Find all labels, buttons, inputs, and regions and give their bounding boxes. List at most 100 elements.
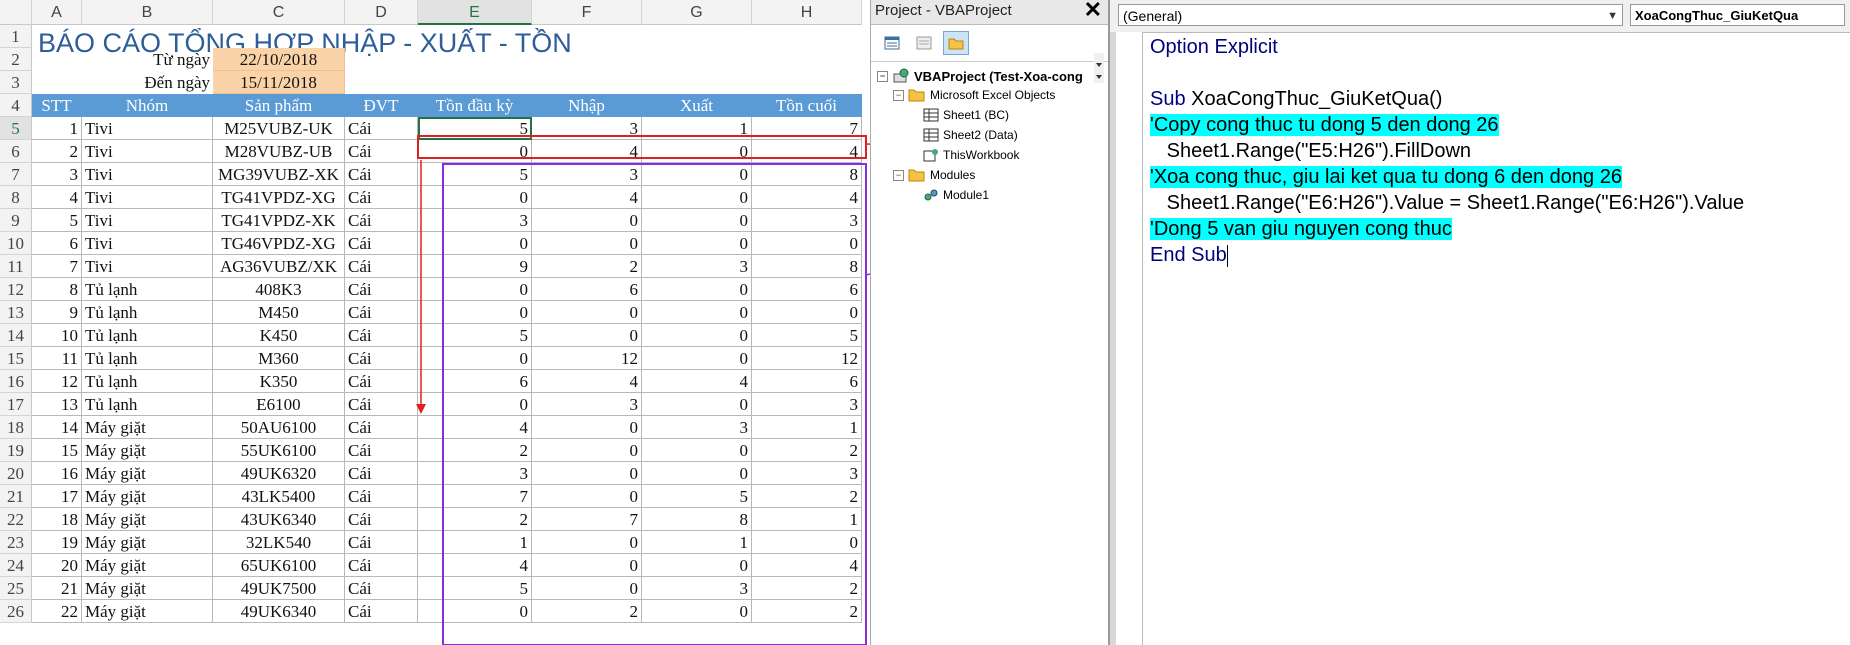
data-cell[interactable]: Tủ lạnh bbox=[82, 393, 213, 416]
data-cell[interactable]: 3 bbox=[752, 209, 862, 232]
data-cell[interactable]: Cái bbox=[345, 163, 418, 186]
data-cell-opening[interactable]: 1 bbox=[418, 531, 532, 554]
explorer-scrollbar[interactable] bbox=[1094, 53, 1104, 83]
data-cell[interactable]: 49UK6340 bbox=[213, 600, 345, 623]
data-cell[interactable]: 0 bbox=[642, 278, 752, 301]
data-cell[interactable]: 12 bbox=[32, 370, 82, 393]
select-all-corner[interactable] bbox=[0, 0, 32, 25]
data-cell-opening[interactable]: 0 bbox=[418, 232, 532, 255]
data-cell[interactable]: 1 bbox=[32, 117, 82, 140]
code-line-comment2[interactable]: 'Xoa cong thuc, giu lai ket qua tu dong … bbox=[1150, 164, 1622, 190]
column-header-h[interactable]: H bbox=[752, 0, 862, 25]
data-cell[interactable]: 3 bbox=[532, 117, 642, 140]
cell[interactable] bbox=[642, 48, 752, 71]
header-cell[interactable]: Tồn cuối bbox=[752, 94, 862, 117]
tree-sheet1[interactable]: Sheet1 (BC) bbox=[923, 108, 1009, 122]
row-header-13[interactable]: 13 bbox=[0, 301, 32, 324]
data-cell[interactable]: Cái bbox=[345, 393, 418, 416]
from-date-label[interactable]: Từ ngày bbox=[82, 48, 213, 71]
data-cell[interactable]: 0 bbox=[642, 462, 752, 485]
row-header-17[interactable]: 17 bbox=[0, 393, 32, 416]
data-cell[interactable]: 43LK5400 bbox=[213, 485, 345, 508]
tree-vbaproject[interactable]: − VBAProject (Test-Xoa-cong bbox=[877, 68, 1083, 84]
data-cell[interactable]: 55UK6100 bbox=[213, 439, 345, 462]
close-icon[interactable]: ✕ bbox=[1084, 0, 1102, 21]
data-cell-opening[interactable]: 0 bbox=[418, 347, 532, 370]
data-cell[interactable]: 5 bbox=[752, 324, 862, 347]
data-cell[interactable]: 4 bbox=[532, 186, 642, 209]
column-header-g[interactable]: G bbox=[642, 0, 752, 25]
cell[interactable] bbox=[752, 48, 862, 71]
data-cell[interactable]: Cái bbox=[345, 278, 418, 301]
column-header-b[interactable]: B bbox=[82, 0, 213, 25]
data-cell[interactable]: Máy giặt bbox=[82, 577, 213, 600]
data-cell[interactable]: 2 bbox=[532, 600, 642, 623]
code-line-comment3[interactable]: 'Dong 5 van giu nguyen cong thuc bbox=[1150, 216, 1452, 242]
data-cell[interactable]: 0 bbox=[642, 163, 752, 186]
data-cell[interactable]: Cái bbox=[345, 416, 418, 439]
view-object-button[interactable] bbox=[911, 31, 937, 55]
data-cell[interactable]: Cái bbox=[345, 554, 418, 577]
data-cell-opening[interactable]: 3 bbox=[418, 209, 532, 232]
data-cell[interactable]: AG36VUBZ/XK bbox=[213, 255, 345, 278]
data-cell[interactable]: 43UK6340 bbox=[213, 508, 345, 531]
data-cell[interactable]: 19 bbox=[32, 531, 82, 554]
cell[interactable] bbox=[32, 25, 82, 48]
data-cell-opening[interactable]: 5 bbox=[418, 577, 532, 600]
data-cell[interactable]: 21 bbox=[32, 577, 82, 600]
data-cell-opening[interactable]: 5 bbox=[418, 117, 532, 140]
data-cell[interactable]: 0 bbox=[532, 485, 642, 508]
object-combobox[interactable]: (General) ▼ bbox=[1118, 4, 1623, 26]
row-header-24[interactable]: 24 bbox=[0, 554, 32, 577]
data-cell[interactable]: 6 bbox=[32, 232, 82, 255]
code-line-option[interactable]: Option Explicit bbox=[1150, 34, 1278, 60]
from-date-value[interactable]: 22/10/2018 bbox=[213, 48, 345, 71]
data-cell[interactable]: Tivi bbox=[82, 186, 213, 209]
data-cell[interactable]: 0 bbox=[532, 462, 642, 485]
cell[interactable] bbox=[32, 48, 82, 71]
collapse-icon[interactable]: − bbox=[877, 70, 888, 82]
data-cell[interactable]: 0 bbox=[642, 209, 752, 232]
data-cell[interactable]: 0 bbox=[642, 232, 752, 255]
data-cell[interactable]: Cái bbox=[345, 439, 418, 462]
data-cell[interactable]: 49UK7500 bbox=[213, 577, 345, 600]
data-cell[interactable]: 0 bbox=[532, 577, 642, 600]
data-cell[interactable]: Máy giặt bbox=[82, 462, 213, 485]
data-cell[interactable]: Tủ lạnh bbox=[82, 347, 213, 370]
header-cell[interactable]: STT bbox=[32, 94, 82, 117]
data-cell[interactable]: 0 bbox=[532, 232, 642, 255]
data-cell[interactable]: 2 bbox=[752, 577, 862, 600]
row-header-22[interactable]: 22 bbox=[0, 508, 32, 531]
cell[interactable] bbox=[345, 71, 418, 94]
data-cell[interactable]: 6 bbox=[752, 278, 862, 301]
data-cell[interactable]: Cái bbox=[345, 600, 418, 623]
data-cell[interactable]: 2 bbox=[752, 485, 862, 508]
data-cell[interactable]: Cái bbox=[345, 117, 418, 140]
data-cell[interactable]: 4 bbox=[32, 186, 82, 209]
data-cell[interactable]: 11 bbox=[32, 347, 82, 370]
row-header-23[interactable]: 23 bbox=[0, 531, 32, 554]
data-cell[interactable]: 12 bbox=[752, 347, 862, 370]
data-cell[interactable]: K350 bbox=[213, 370, 345, 393]
data-cell[interactable]: Cái bbox=[345, 462, 418, 485]
column-header-f[interactable]: F bbox=[532, 0, 642, 25]
data-cell[interactable]: 0 bbox=[642, 439, 752, 462]
cell[interactable] bbox=[82, 25, 213, 48]
header-cell[interactable]: Xuất bbox=[642, 94, 752, 117]
data-cell-opening[interactable]: 6 bbox=[418, 370, 532, 393]
data-cell[interactable]: Máy giặt bbox=[82, 508, 213, 531]
data-cell-opening[interactable]: 4 bbox=[418, 554, 532, 577]
data-cell[interactable]: 20 bbox=[32, 554, 82, 577]
data-cell[interactable]: 0 bbox=[532, 531, 642, 554]
data-cell[interactable]: 3 bbox=[642, 577, 752, 600]
data-cell[interactable]: 0 bbox=[532, 324, 642, 347]
data-cell[interactable]: 5 bbox=[642, 485, 752, 508]
data-cell[interactable]: 1 bbox=[642, 531, 752, 554]
data-cell[interactable]: 0 bbox=[642, 554, 752, 577]
data-cell[interactable]: 4 bbox=[752, 140, 862, 163]
data-cell[interactable]: 15 bbox=[32, 439, 82, 462]
data-cell[interactable]: 0 bbox=[642, 347, 752, 370]
cell[interactable] bbox=[418, 25, 532, 48]
data-cell[interactable]: Tivi bbox=[82, 163, 213, 186]
cell[interactable] bbox=[752, 71, 862, 94]
